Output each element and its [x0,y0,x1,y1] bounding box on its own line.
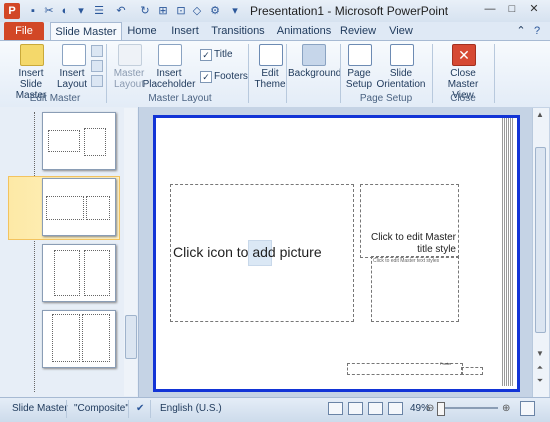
tab-view[interactable]: View [388,22,414,40]
page-setup-group-label: Page Setup [359,93,413,104]
thumbnail-placeholder [46,196,84,220]
scroll-up-icon[interactable]: ▲ [533,109,547,121]
ribbon-separator [494,44,495,103]
page-setup-button[interactable]: Page Setup [343,68,375,90]
ribbon-separator [286,44,287,103]
insert-layout-button[interactable]: Insert Layout [56,68,88,90]
insert-placeholder-button[interactable]: Insert Placeholder [142,68,196,90]
page-setup-icon [348,44,372,66]
insert-placeholder-icon [158,44,182,66]
title-checkbox[interactable]: ✓ [200,49,212,61]
shape-icon[interactable]: ◇ [190,4,204,18]
close-window-button[interactable]: ✕ [524,2,544,17]
tab-slide-master[interactable]: Slide Master [50,22,122,41]
zoom-slider-knob[interactable] [437,402,445,416]
ribbon-separator [106,44,107,103]
thumbnail-placeholder [82,314,110,362]
thumbnail-placeholder [84,128,106,156]
minimize-ribbon-icon[interactable]: ⌃ [514,22,528,40]
status-separator [150,400,151,418]
powerpoint-app-icon[interactable]: P [4,3,20,19]
customize-icon[interactable]: ▾ [74,4,88,18]
edit-theme-button[interactable]: Edit Theme [252,68,288,90]
background-icon [302,44,326,66]
tab-animations[interactable]: Animations [276,22,332,40]
tools-icon[interactable]: ⚙ [208,4,222,18]
align-icon[interactable]: ⊞ [156,4,170,18]
redo-icon[interactable]: ↻ [138,4,152,18]
window-title: Presentation1 - Microsoft PowerPoint [250,4,449,18]
footers-checkbox-label: Footers [214,71,248,82]
status-separator [128,400,129,418]
reading-view-icon[interactable] [368,402,383,415]
preserve-icon[interactable] [91,75,103,87]
footers-checkbox[interactable]: ✓ [200,71,212,83]
thumbnail-placeholder [86,196,110,220]
thumbnail-placeholder [84,250,110,296]
background-button[interactable]: Background [288,68,341,79]
qat-more-icon[interactable]: ▾ [228,4,242,18]
ribbon-separator [432,44,433,103]
tab-transitions[interactable]: Transitions [210,22,266,40]
tab-insert[interactable]: Insert [168,22,202,40]
previous-slide-icon[interactable]: ⏶ [533,362,547,374]
view-name: Slide Master [12,403,68,414]
tab-review[interactable]: Review [340,22,376,40]
title-checkbox-label: Title [214,49,233,60]
edit-master-group-label: Edit Master [29,93,81,104]
help-icon[interactable]: ? [530,22,544,40]
scroll-down-icon[interactable]: ▼ [533,348,547,360]
picture-placeholder-text: Click icon to add picture [173,244,322,260]
title-placeholder-text: Click to edit Master title style [370,232,456,255]
master-layout-group-label: Master Layout [148,93,212,104]
text-direction-icon[interactable]: ☰ [92,4,106,18]
format-painter-icon[interactable]: ◐ [58,4,72,18]
slide-show-view-icon[interactable] [388,402,403,415]
edit-theme-icon [259,44,283,66]
arrange-icon[interactable]: ⊡ [174,4,188,18]
ribbon-separator [248,44,249,103]
save-icon[interactable]: ▪ [26,4,40,18]
body-placeholder[interactable] [371,256,459,322]
zoom-slider-track[interactable] [438,407,498,409]
thumbnail-placeholder [52,314,80,362]
delete-icon[interactable] [91,45,103,57]
ribbon-separator [340,44,341,103]
layout-tree-line [34,112,36,392]
insert-layout-icon [62,44,86,66]
thumbnail-placeholder [54,250,80,296]
slide-sorter-view-icon[interactable] [348,402,363,415]
zoom-out-icon[interactable]: ⊖ [426,403,434,414]
tab-home[interactable]: Home [126,22,158,40]
close-group-label: Close [450,93,476,104]
normal-view-icon[interactable] [328,402,343,415]
main-scroll-thumb[interactable] [535,147,546,333]
maximize-button[interactable]: □ [502,2,522,17]
body-placeholder-text: Click to edit Master text styles [373,258,440,264]
thumbnail-scroll-thumb[interactable] [125,315,137,359]
slide-edge-pattern [502,118,514,386]
cut-icon[interactable]: ✂ [42,4,56,18]
next-slide-icon[interactable]: ⏷ [533,375,547,387]
zoom-in-icon[interactable]: ⊕ [502,403,510,414]
minimize-button[interactable]: — [480,2,500,17]
language-indicator[interactable]: English (U.S.) [160,403,222,414]
fit-slide-icon[interactable] [520,401,535,416]
slide-orientation-icon [390,44,414,66]
spelling-check-icon[interactable]: ✔ [136,403,144,414]
close-master-view-icon: ✕ [452,44,476,66]
footer-label: Footer [440,361,452,366]
undo-icon[interactable]: ↶ [114,4,128,18]
insert-slide-master-icon [20,44,44,66]
tab-file[interactable]: File [4,22,44,40]
slide-number-placeholder[interactable] [461,367,483,375]
master-layout-icon [118,44,142,66]
thumbnail-placeholder [48,130,80,152]
rename-icon[interactable] [91,60,103,72]
status-separator [66,400,67,418]
slide-orientation-button[interactable]: Slide Orientation [376,68,426,90]
theme-name[interactable]: "Composite" [74,403,129,414]
